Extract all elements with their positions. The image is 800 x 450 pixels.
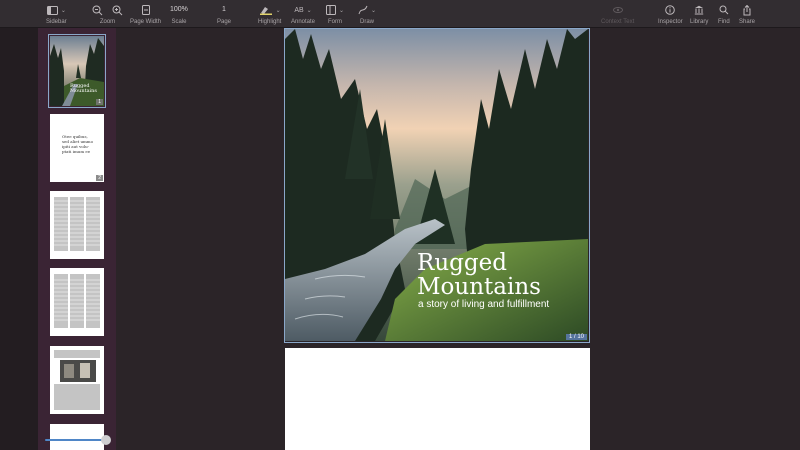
thumbnail-page-6[interactable]	[50, 424, 104, 450]
find-button[interactable]: Find	[718, 4, 730, 25]
chevron-down-icon: ⌄	[275, 7, 281, 14]
form-button[interactable]: ⌄ Form	[326, 4, 344, 25]
page-indicator-badge: 1 / 10	[565, 334, 587, 340]
zoom-in-icon[interactable]	[112, 5, 123, 16]
inspector-label: Inspector	[658, 19, 683, 25]
page-label: Page	[217, 19, 232, 25]
annotate-label: Annotate	[291, 19, 316, 25]
highlight-label: Highlight	[258, 19, 282, 25]
share-label: Share	[739, 19, 756, 25]
cover-title-line-1: Rugged	[417, 250, 507, 276]
highlighter-icon	[259, 7, 272, 15]
cover-thumbnail-image	[50, 36, 104, 106]
form-icon	[326, 5, 336, 15]
scale-label: Scale	[171, 19, 187, 25]
cover-title: Rugged Mountains	[417, 251, 541, 299]
chevron-down-icon: ⌄	[371, 7, 377, 14]
thumbnail-page-number: 1	[96, 99, 103, 105]
cover-title-line-2: Mountains	[417, 274, 541, 300]
eye-icon	[612, 7, 623, 13]
page-control[interactable]: 1 Page	[217, 4, 231, 25]
page-width-label: Page Width	[130, 19, 162, 25]
sidebar-strip	[0, 28, 38, 450]
thumbnail-page-4[interactable]	[50, 268, 104, 336]
chevron-down-icon: ⌄	[306, 7, 312, 14]
scale-control[interactable]: 100% Scale	[170, 4, 188, 25]
page-width-button[interactable]: Page Width	[130, 4, 161, 25]
pen-icon	[358, 5, 368, 15]
page-width-icon	[141, 5, 150, 15]
document-page-1[interactable]: Rugged Mountains a story of living and f…	[284, 28, 590, 343]
thumbnail-page-number: 2	[96, 175, 103, 181]
thumbnail-page-3[interactable]	[50, 191, 104, 259]
sidebar-label: Sidebar	[46, 19, 67, 25]
form-label: Form	[328, 19, 343, 25]
thumbnail-size-slider[interactable]	[45, 439, 107, 441]
context-text-label: Context Text	[601, 19, 635, 25]
find-label: Find	[718, 19, 730, 25]
inspector-button[interactable]: Inspector	[658, 4, 683, 25]
draw-button[interactable]: ⌄ Draw	[358, 4, 376, 25]
chevron-down-icon: ⌄	[339, 7, 345, 14]
library-label: Library	[690, 19, 709, 25]
share-icon	[743, 4, 751, 15]
text-with-image-graphic	[54, 350, 100, 410]
slider-knob[interactable]	[101, 435, 111, 445]
sidebar-icon	[46, 5, 58, 15]
document-page-2[interactable]	[285, 348, 590, 450]
scale-value[interactable]: 100%	[170, 4, 188, 16]
context-text-button[interactable]: Context Text	[601, 4, 634, 25]
thumbnail-page-5[interactable]	[50, 346, 104, 414]
zoom-label: Zoom	[99, 19, 116, 25]
info-icon	[665, 5, 676, 15]
search-icon	[719, 5, 729, 15]
thumbnail-page-2[interactable]: Otee quibus, sed aliet ummo ipiti aut vo…	[50, 114, 104, 182]
thumbnail-page-1[interactable]: Rugged Mountains 1	[48, 34, 106, 108]
library-button[interactable]: Library	[690, 4, 708, 25]
text-columns-graphic	[54, 274, 100, 328]
draw-label: Draw	[360, 19, 375, 25]
sidebar-toggle-button[interactable]: ⌄ Sidebar	[46, 4, 67, 25]
library-icon	[694, 5, 704, 15]
thumbnail-panel[interactable]: Rugged Mountains 1 Otee quibus, sed alie…	[38, 28, 116, 450]
zoom-out-icon[interactable]	[92, 5, 103, 16]
page-number-field[interactable]: 1	[222, 4, 226, 16]
annotate-icon: AB	[294, 6, 304, 14]
annotate-button[interactable]: AB ⌄ Annotate	[291, 4, 316, 26]
cover-subtitle: a story of living and fulfillment	[418, 299, 550, 310]
chevron-down-icon: ⌄	[60, 7, 66, 14]
thumbnail-cover-title: Rugged Mountains	[70, 83, 97, 94]
toolbar: ⌄ Sidebar Zoom Page Width 100% Scale 1 P…	[0, 0, 800, 28]
zoom-control[interactable]: Zoom	[92, 4, 123, 25]
thumbnail-page-2-text: Otee quibus, sed aliet ummo ipiti aut vo…	[62, 134, 94, 154]
share-button[interactable]: Share	[739, 4, 755, 25]
text-columns-graphic	[54, 197, 100, 251]
highlight-button[interactable]: ⌄ Highlight	[258, 4, 281, 25]
